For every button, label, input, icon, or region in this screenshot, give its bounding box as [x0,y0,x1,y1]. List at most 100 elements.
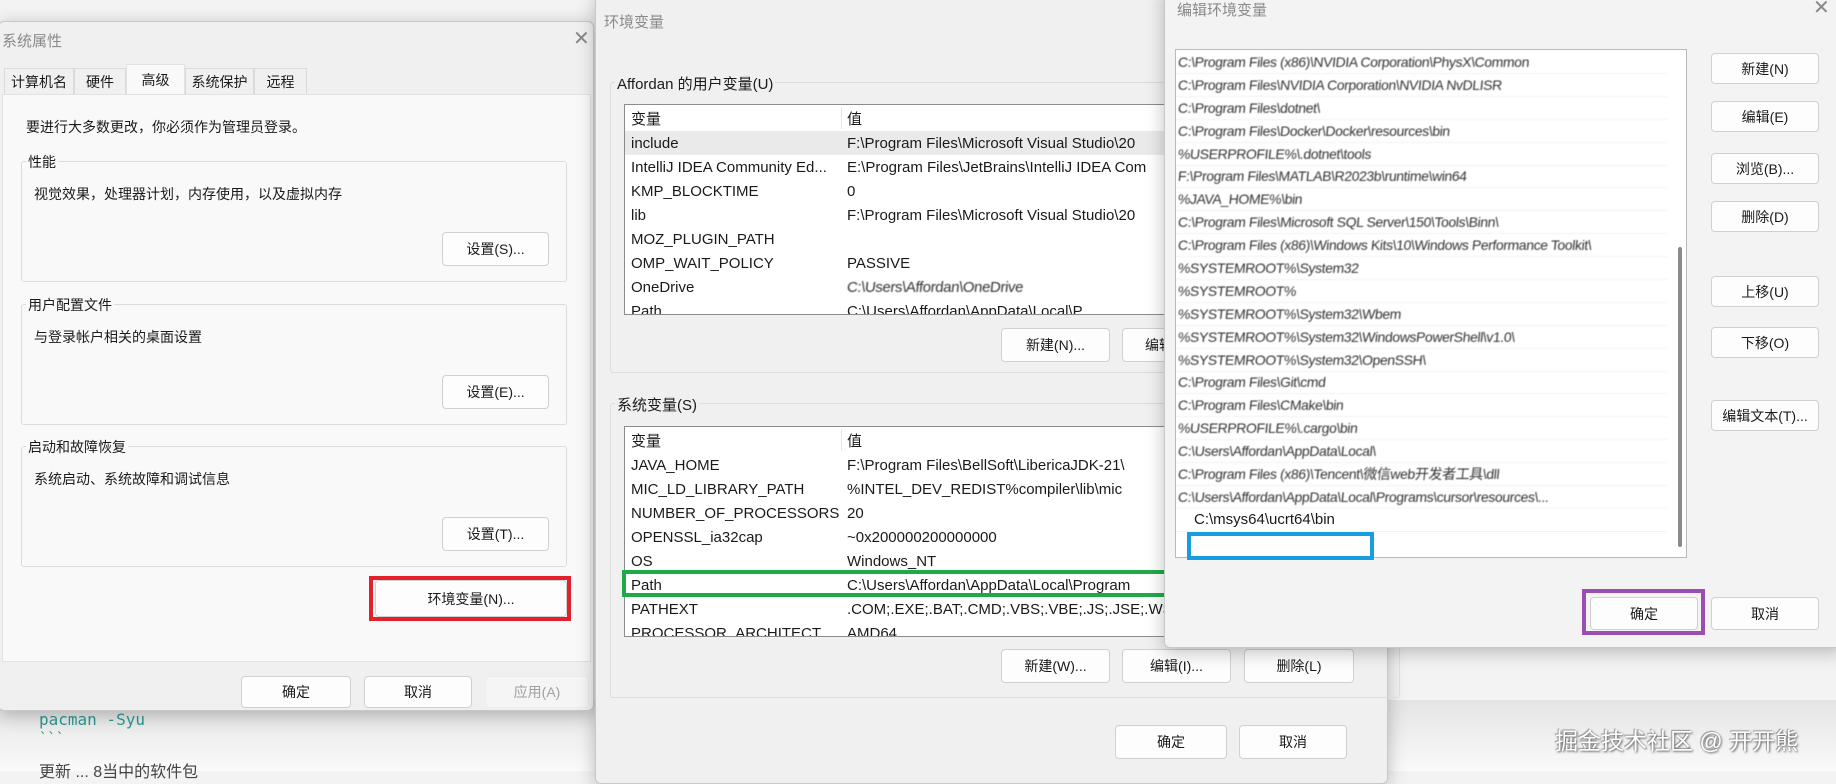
list-item[interactable]: %SYSTEMROOT%\System32\Wbem [1176,302,1668,326]
edit-button[interactable]: 编辑(E) [1711,101,1819,132]
variable-name: OS [631,552,653,570]
list-item[interactable]: C:\Program Files\NVIDIA Corporation\NVID… [1176,73,1668,97]
list-item[interactable]: C:\Program Files (x86)\Windows Kits\10\W… [1176,234,1668,258]
variable-name: MIC_LD_LIBRARY_PATH [631,480,805,498]
list-item[interactable]: C:\Program Files\Git\cmd [1176,371,1668,395]
variable-value: C:\Users\Affordan\AppData\Local\P [847,302,1083,315]
variable-value: E:\Program Files\JetBrains\IntelliJ IDEA… [847,158,1147,176]
dialog-title: 环境变量 [604,14,665,31]
profile-settings-button[interactable]: 设置(E)... [442,375,549,409]
startup-settings-button[interactable]: 设置(T)... [442,517,549,551]
list-item[interactable]: C:\Program Files\dotnet\ [1176,96,1668,120]
edit-cancel-button[interactable]: 取消 [1711,597,1819,630]
highlight-green-box [622,570,1189,597]
group-label: 用户配置文件 [26,295,114,315]
col-value[interactable]: 值 [847,108,862,129]
variable-name: KMP_BLOCKTIME [631,182,759,200]
startup-recovery-group: 启动和故障恢复 系统启动、系统故障和调试信息 设置(T)... [21,437,567,567]
env-cancel-button[interactable]: 取消 [1239,725,1347,759]
path-entries-list[interactable]: C:\Program Files (x86)\NVIDIA Corporatio… [1175,49,1687,558]
variable-name: OneDrive [631,278,695,296]
list-item[interactable]: %SYSTEMROOT% [1176,279,1668,303]
performance-settings-button[interactable]: 设置(S)... [442,232,549,266]
list-item[interactable]: %SYSTEMROOT%\System32 [1176,257,1668,280]
scrollbar[interactable] [1678,247,1682,547]
variable-name: IntelliJ IDEA Community Ed... [631,158,827,176]
group-desc: 系统启动、系统故障和调试信息 [34,471,230,487]
tab-system-protection[interactable]: 系统保护 [185,68,254,94]
dialog-title: 编辑环境变量 [1177,2,1268,19]
list-item[interactable]: %JAVA_HOME%\bin [1176,188,1668,212]
group-label: 系统变量(S) [615,394,699,415]
highlight-red-box [369,576,571,621]
system-edit-button[interactable]: 编辑(I)... [1122,649,1231,683]
watermark: 掘金技术社区 @ 开开熊 [1555,728,1799,754]
col-variable[interactable]: 变量 [631,108,841,129]
variable-name: JAVA_HOME [631,456,720,474]
system-delete-button[interactable]: 删除(L) [1244,649,1354,683]
variable-value: F:\Program Files\BellSoft\LibericaJDK-21… [847,456,1125,474]
system-new-button[interactable]: 新建(W)... [1001,649,1110,683]
edit-text-button[interactable]: 编辑文本(T)... [1711,400,1819,431]
close-icon[interactable]: ✕ [1813,0,1830,20]
list-item[interactable]: %SYSTEMROOT%\System32\WindowsPowerShell\… [1176,325,1668,349]
variable-name: Path [631,302,662,315]
code-line: ``` [39,731,65,747]
list-item[interactable]: C:\Users\Affordan\AppData\Local\Programs… [1176,485,1668,509]
variable-name: NUMBER_OF_PROCESSORS [631,504,840,522]
variable-value: AMD64 [847,624,898,637]
move-up-button[interactable]: 上移(U) [1711,276,1819,307]
delete-button[interactable]: 删除(D) [1711,201,1819,232]
list-item[interactable]: %SYSTEMROOT%\System32\OpenSSH\ [1176,348,1668,372]
tab-computer-name[interactable]: 计算机名 [4,68,74,94]
dialog-title: 系统属性 [2,33,63,50]
variable-name: PATHEXT [631,600,698,618]
group-label: 启动和故障恢复 [26,437,128,457]
group-label: 性能 [26,152,58,172]
variable-value: F:\Program Files\Microsoft Visual Studio… [847,206,1136,224]
user-profile-group: 用户配置文件 与登录帐户相关的桌面设置 设置(E)... [21,295,567,425]
close-icon[interactable]: ✕ [573,26,590,51]
group-label: Affordan 的用户变量(U) [615,73,776,94]
list-item[interactable]: C:\Program Files\Docker\Docker\resources… [1176,119,1668,143]
cancel-button[interactable]: 取消 [364,676,472,708]
tab-advanced[interactable]: 高级 [126,64,185,95]
env-ok-button[interactable]: 确定 [1115,725,1227,759]
list-item-new-entry[interactable]: C:\msys64\ucrt64\bin [1176,508,1666,532]
variable-name: OPENSSL_ia32cap [631,528,763,546]
list-item[interactable]: C:\Users\Affordan\AppData\Local\ [1176,440,1668,464]
col-variable[interactable]: 变量 [631,430,841,451]
list-item[interactable]: C:\Program Files\CMake\bin [1176,394,1668,418]
list-item[interactable]: C:\Program Files (x86)\Tencent\微信web开发者工… [1176,463,1668,486]
user-new-button[interactable]: 新建(N)... [1001,328,1110,362]
tab-remote[interactable]: 远程 [254,68,307,94]
highlight-purple-box [1582,589,1705,635]
variable-name: PROCESSOR_ARCHITECTURE [631,624,841,637]
list-item[interactable]: F:\Program Files\MATLAB\R2023b\runtime\w… [1176,165,1668,189]
apply-button: 应用(A) [485,676,589,708]
variable-value: Windows_NT [847,552,937,570]
variable-name: include [631,134,679,152]
col-value[interactable]: 值 [847,430,862,451]
admin-notice: 要进行大多数更改，你必须作为管理员登录。 [26,119,306,135]
variable-value: ~0x200000200000000 [847,528,997,546]
performance-group: 性能 视觉效果，处理器计划，内存使用，以及虚拟内存 设置(S)... [21,152,567,282]
move-down-button[interactable]: 下移(O) [1711,327,1819,358]
ok-button[interactable]: 确定 [241,676,351,708]
variable-value: .COM;.EXE;.BAT;.CMD;.VBS;.VBE;.JS;.JSE;.… [847,600,1173,618]
variable-value: 20 [847,504,864,522]
group-desc: 与登录帐户相关的桌面设置 [34,329,202,345]
list-item[interactable]: %USERPROFILE%\.cargo\bin [1176,417,1668,441]
variable-value: C:\Users\Affordan\OneDrive [846,278,1024,296]
variable-name: OMP_WAIT_POLICY [631,254,774,272]
group-desc: 视觉效果，处理器计划，内存使用，以及虚拟内存 [34,186,342,202]
list-item[interactable]: C:\Program Files (x86)\NVIDIA Corporatio… [1176,51,1668,74]
new-button[interactable]: 新建(N) [1711,53,1819,84]
highlight-blue-box [1187,532,1374,560]
variable-name: MOZ_PLUGIN_PATH [631,230,775,248]
variable-value: F:\Program Files\Microsoft Visual Studio… [847,134,1136,152]
tab-hardware[interactable]: 硬件 [74,68,126,94]
browse-button[interactable]: 浏览(B)... [1711,153,1819,184]
list-item[interactable]: C:\Program Files\Microsoft SQL Server\15… [1176,211,1668,235]
list-item[interactable]: %USERPROFILE%\.dotnet\tools [1176,142,1668,166]
